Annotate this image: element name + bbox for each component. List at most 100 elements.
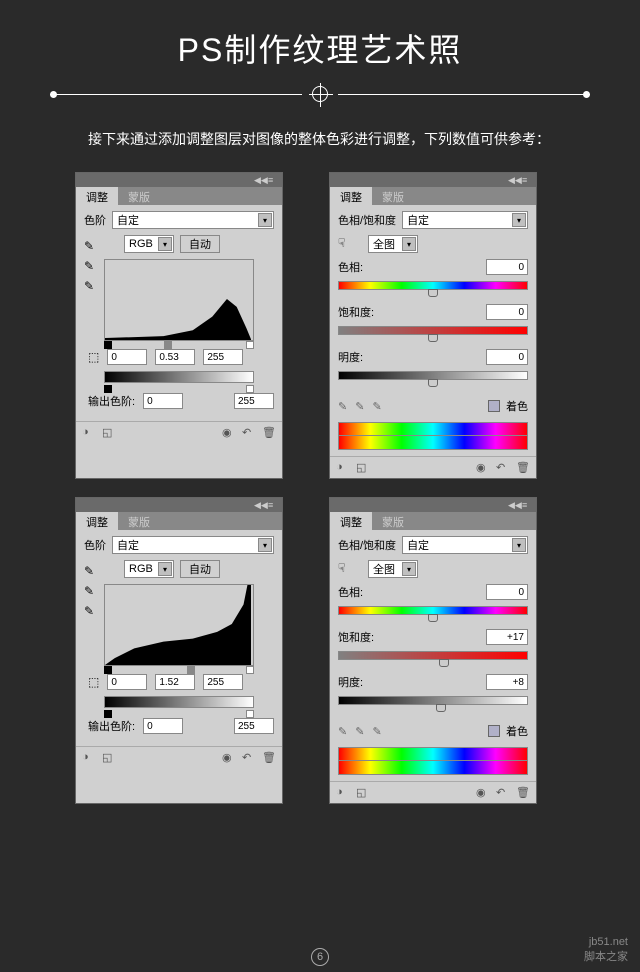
panel-body: 色相/饱和度 自定 ▾ ☟ 全图 ▾ 色相: 饱和度: xyxy=(330,530,536,781)
channel-dropdown[interactable]: RGB ▾ xyxy=(124,560,174,578)
eyedropper-minus-icon[interactable]: ✎ xyxy=(372,725,381,738)
preset-dropdown[interactable]: 自定 ▾ xyxy=(402,211,528,229)
levels-label: 色阶 xyxy=(84,212,106,228)
panel-footer: ◑ ◱ ◉ ↶ 🗑 xyxy=(330,456,536,478)
hue-input[interactable] xyxy=(486,259,528,275)
eyedropper-black-icon[interactable]: ✎ xyxy=(84,239,98,253)
collapse-icon[interactable]: ◀◀ xyxy=(254,175,264,185)
light-slider[interactable] xyxy=(338,696,528,705)
channel-dropdown[interactable]: RGB ▾ xyxy=(124,235,174,253)
out-white-input[interactable] xyxy=(234,718,274,734)
light-input[interactable] xyxy=(486,349,528,365)
visibility-icon[interactable]: ◉ xyxy=(222,751,236,765)
colorize-checkbox[interactable] xyxy=(488,725,500,737)
toggle-layer-icon[interactable]: ◑ xyxy=(336,786,350,800)
black-input[interactable] xyxy=(107,349,147,365)
toggle-layer-icon[interactable]: ◑ xyxy=(82,426,96,440)
hsl-label: 色相/饱和度 xyxy=(338,212,396,228)
panel-tabs: 调整 蒙版 xyxy=(330,512,536,530)
preset-dropdown[interactable]: 自定 ▾ xyxy=(402,536,528,554)
clip-icon[interactable]: ◱ xyxy=(356,786,370,800)
range-dropdown[interactable]: 全图 ▾ xyxy=(368,560,418,578)
tab-mask[interactable]: 蒙版 xyxy=(372,187,414,205)
menu-icon[interactable]: ≡ xyxy=(268,500,278,510)
visibility-icon[interactable]: ◉ xyxy=(476,461,490,475)
clip-icon[interactable]: ◱ xyxy=(356,461,370,475)
menu-icon[interactable]: ≡ xyxy=(522,175,532,185)
eyedropper-black-icon[interactable]: ✎ xyxy=(84,564,98,578)
out-black-input[interactable] xyxy=(143,393,183,409)
hand-icon[interactable]: ☟ xyxy=(338,561,354,577)
output-slider[interactable] xyxy=(104,387,254,393)
input-slider[interactable] xyxy=(104,668,254,674)
range-dropdown[interactable]: 全图 ▾ xyxy=(368,235,418,253)
sat-input[interactable] xyxy=(486,304,528,320)
sat-slider[interactable] xyxy=(338,326,528,335)
visibility-icon[interactable]: ◉ xyxy=(222,426,236,440)
intro-text: 接下来通过添加调整图层对图像的整体色彩进行调整，下列数值可供参考： xyxy=(0,102,640,172)
chevron-down-icon: ▾ xyxy=(512,538,526,552)
toggle-layer-icon[interactable]: ◑ xyxy=(336,461,350,475)
hue-slider[interactable] xyxy=(338,281,528,290)
collapse-icon[interactable]: ◀◀ xyxy=(508,175,518,185)
chevron-down-icon: ▾ xyxy=(158,237,172,251)
eyedropper-icon[interactable]: ✎ xyxy=(338,725,347,738)
panels-grid: ◀◀ ≡ 调整 蒙版 色阶 自定 ▾ RGB ▾ 自动 xyxy=(0,172,640,804)
trash-icon[interactable]: 🗑 xyxy=(262,751,276,765)
tab-mask[interactable]: 蒙版 xyxy=(118,187,160,205)
trash-icon[interactable]: 🗑 xyxy=(516,786,530,800)
out-black-input[interactable] xyxy=(143,718,183,734)
gamma-input[interactable] xyxy=(155,349,195,365)
clip-icon[interactable]: ◱ xyxy=(102,426,116,440)
white-input[interactable] xyxy=(203,349,243,365)
light-input[interactable] xyxy=(486,674,528,690)
trash-icon[interactable]: 🗑 xyxy=(516,461,530,475)
auto-button[interactable]: 自动 xyxy=(180,560,220,578)
eyedropper-gray-icon[interactable]: ✎ xyxy=(84,259,98,273)
hue-spectrum-top xyxy=(338,747,528,761)
toggle-layer-icon[interactable]: ◑ xyxy=(82,751,96,765)
eyedropper-white-icon[interactable]: ✎ xyxy=(84,279,98,293)
eyedropper-icon[interactable]: ✎ xyxy=(338,400,347,413)
eyedropper-plus-icon[interactable]: ✎ xyxy=(355,725,364,738)
reset-icon[interactable]: ↶ xyxy=(496,461,510,475)
hue-input[interactable] xyxy=(486,584,528,600)
menu-icon[interactable]: ≡ xyxy=(522,500,532,510)
gamma-input[interactable] xyxy=(155,674,195,690)
white-input[interactable] xyxy=(203,674,243,690)
eyedropper-minus-icon[interactable]: ✎ xyxy=(372,400,381,413)
hue-spectrum-bottom xyxy=(338,436,528,450)
eyedropper-plus-icon[interactable]: ✎ xyxy=(355,400,364,413)
output-slider[interactable] xyxy=(104,712,254,718)
colorize-checkbox[interactable] xyxy=(488,400,500,412)
preset-dropdown[interactable]: 自定 ▾ xyxy=(112,211,274,229)
auto-button[interactable]: 自动 xyxy=(180,235,220,253)
input-slider[interactable] xyxy=(104,343,254,349)
sat-input[interactable] xyxy=(486,629,528,645)
trash-icon[interactable]: 🗑 xyxy=(262,426,276,440)
tab-adjust[interactable]: 调整 xyxy=(76,187,118,205)
reset-icon[interactable]: ↶ xyxy=(496,786,510,800)
eyedropper-white-icon[interactable]: ✎ xyxy=(84,604,98,618)
menu-icon[interactable]: ≡ xyxy=(268,175,278,185)
hand-icon[interactable]: ☟ xyxy=(338,236,354,252)
reset-icon[interactable]: ↶ xyxy=(242,751,256,765)
light-slider[interactable] xyxy=(338,371,528,380)
tab-adjust[interactable]: 调整 xyxy=(330,187,372,205)
clip-icon[interactable]: ◱ xyxy=(102,751,116,765)
tab-adjust[interactable]: 调整 xyxy=(76,512,118,530)
sat-slider[interactable] xyxy=(338,651,528,660)
hue-slider[interactable] xyxy=(338,606,528,615)
out-white-input[interactable] xyxy=(234,393,274,409)
tab-mask[interactable]: 蒙版 xyxy=(372,512,414,530)
tab-adjust[interactable]: 调整 xyxy=(330,512,372,530)
collapse-icon[interactable]: ◀◀ xyxy=(508,500,518,510)
light-label: 明度: xyxy=(338,349,393,365)
eyedropper-gray-icon[interactable]: ✎ xyxy=(84,584,98,598)
tab-mask[interactable]: 蒙版 xyxy=(118,512,160,530)
reset-icon[interactable]: ↶ xyxy=(242,426,256,440)
visibility-icon[interactable]: ◉ xyxy=(476,786,490,800)
preset-dropdown[interactable]: 自定 ▾ xyxy=(112,536,274,554)
black-input[interactable] xyxy=(107,674,147,690)
collapse-icon[interactable]: ◀◀ xyxy=(254,500,264,510)
